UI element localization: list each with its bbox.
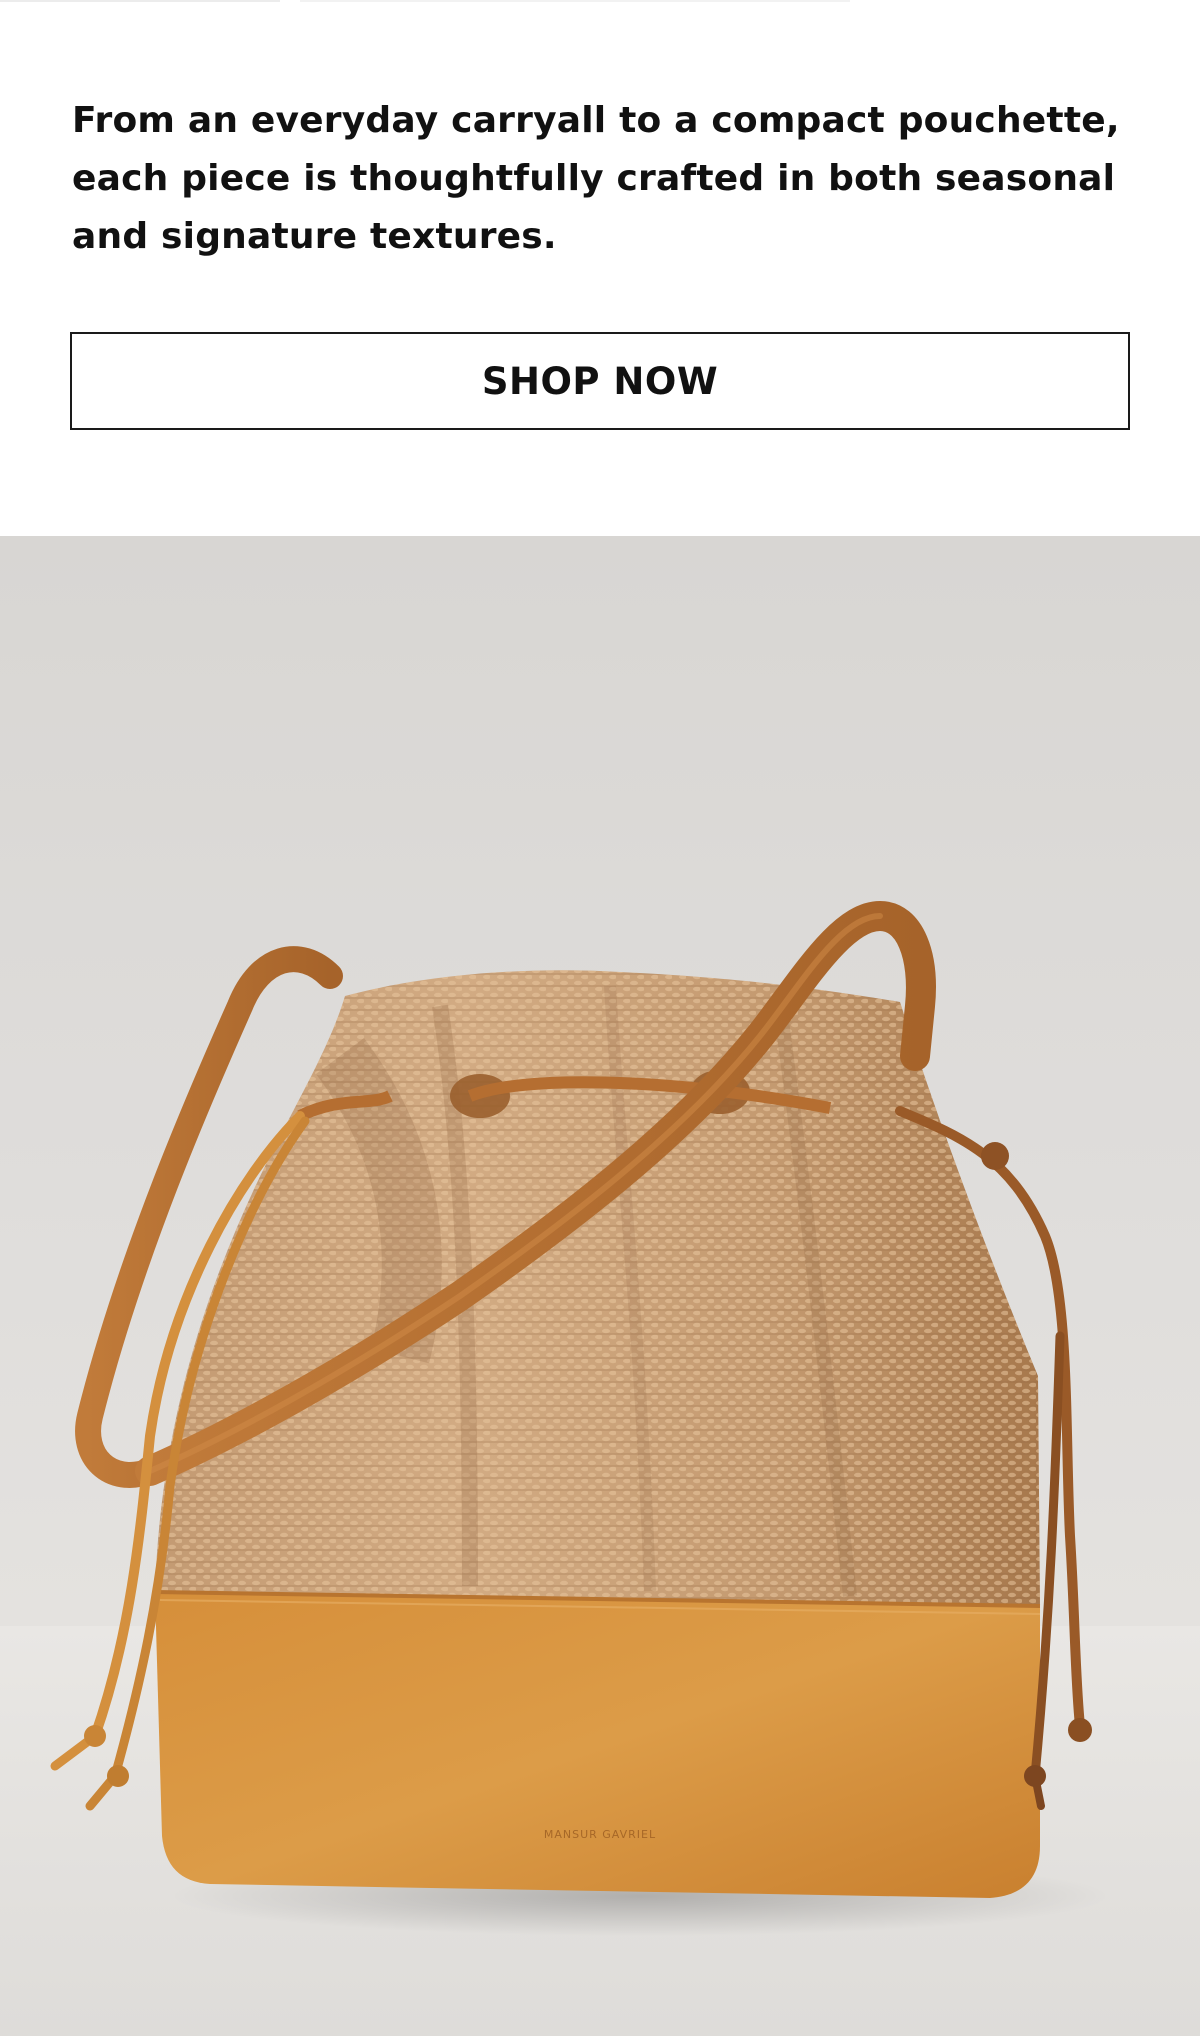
top-divider [0,0,1200,2]
shop-now-button[interactable]: SHOP NOW [70,332,1130,430]
brand-stamp-text: MANSUR GAVRIEL [544,1828,656,1841]
bucket-bag-illustration: MANSUR GAVRIEL [0,536,1200,2036]
promo-page: From an everyday carryall to a compact p… [0,0,1200,2036]
hero-product-image[interactable]: MANSUR GAVRIEL [0,536,1200,2036]
promo-description: From an everyday carryall to a compact p… [72,100,1120,257]
